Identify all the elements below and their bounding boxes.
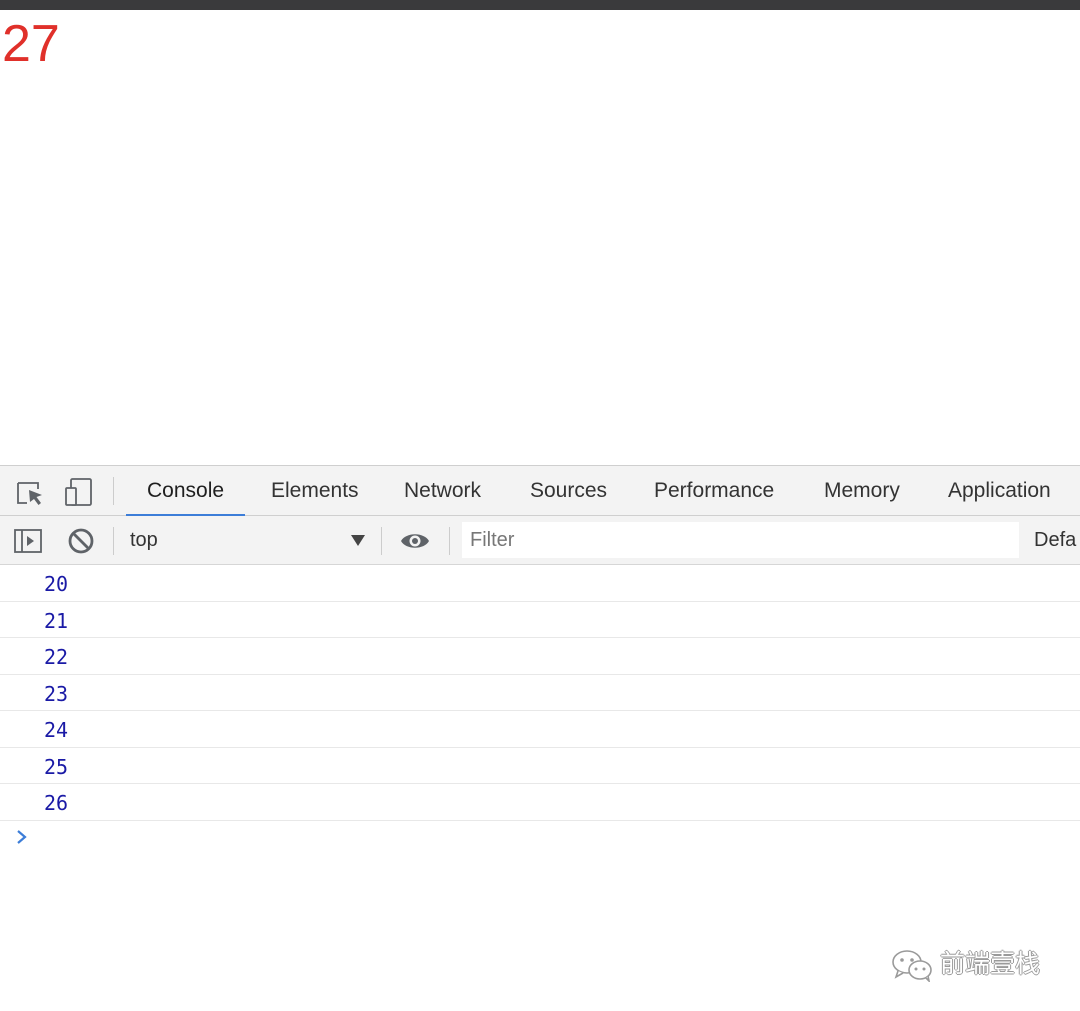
wechat-icon bbox=[890, 948, 934, 984]
context-selector[interactable]: top bbox=[130, 516, 158, 564]
tabbar-separator bbox=[113, 477, 114, 505]
toolbar-separator bbox=[113, 527, 114, 555]
log-value: 20 bbox=[44, 572, 69, 596]
dropdown-arrow-icon[interactable] bbox=[349, 530, 367, 550]
page-output-number: 27 bbox=[2, 15, 60, 73]
devtools-panel: Console Elements Network Sources Perform… bbox=[0, 465, 1080, 1011]
tab-performance[interactable]: Performance bbox=[654, 466, 774, 516]
log-value: 23 bbox=[44, 681, 69, 706]
tab-console[interactable]: Console bbox=[125, 466, 246, 517]
watermark-text: 前端壹栈 bbox=[940, 949, 1041, 978]
toolbar-separator bbox=[381, 527, 382, 555]
log-value: 21 bbox=[44, 608, 69, 633]
tab-network[interactable]: Network bbox=[404, 466, 481, 516]
console-log-row: 22 bbox=[0, 638, 1080, 675]
eye-icon[interactable] bbox=[399, 525, 431, 557]
devtools-tabbar: Console Elements Network Sources Perform… bbox=[0, 465, 1080, 517]
log-levels-dropdown[interactable]: Defa bbox=[1034, 516, 1076, 564]
log-value: 22 bbox=[44, 645, 69, 669]
console-toolbar: top Defa bbox=[0, 516, 1080, 565]
console-log-row: 24 bbox=[0, 711, 1080, 748]
tab-application[interactable]: Application bbox=[948, 466, 1051, 516]
tab-sources[interactable]: Sources bbox=[530, 466, 607, 516]
log-value: 26 bbox=[44, 791, 69, 815]
log-value: 25 bbox=[44, 754, 69, 779]
filter-input[interactable] bbox=[462, 522, 1019, 558]
console-log-row: 20 bbox=[0, 565, 1080, 602]
device-toolbar-icon[interactable] bbox=[63, 476, 95, 508]
prompt-chevron-icon[interactable] bbox=[14, 827, 30, 847]
console-output: 20 21 22 23 24 25 26 bbox=[0, 565, 1080, 844]
tab-elements[interactable]: Elements bbox=[271, 466, 359, 516]
console-log-row: 23 bbox=[0, 675, 1080, 711]
log-value: 24 bbox=[44, 718, 69, 742]
watermark: 前端壹栈 bbox=[890, 946, 1050, 984]
inspect-element-icon[interactable] bbox=[14, 476, 46, 508]
sidebar-toggle-icon[interactable] bbox=[12, 525, 44, 557]
clear-console-icon[interactable] bbox=[65, 525, 97, 557]
toolbar-separator bbox=[449, 527, 450, 555]
console-log-row: 25 bbox=[0, 748, 1080, 784]
tab-memory[interactable]: Memory bbox=[824, 466, 900, 516]
console-log-row: 26 bbox=[0, 784, 1080, 821]
console-log-row: 21 bbox=[0, 602, 1080, 638]
browser-top-bar bbox=[0, 0, 1080, 10]
